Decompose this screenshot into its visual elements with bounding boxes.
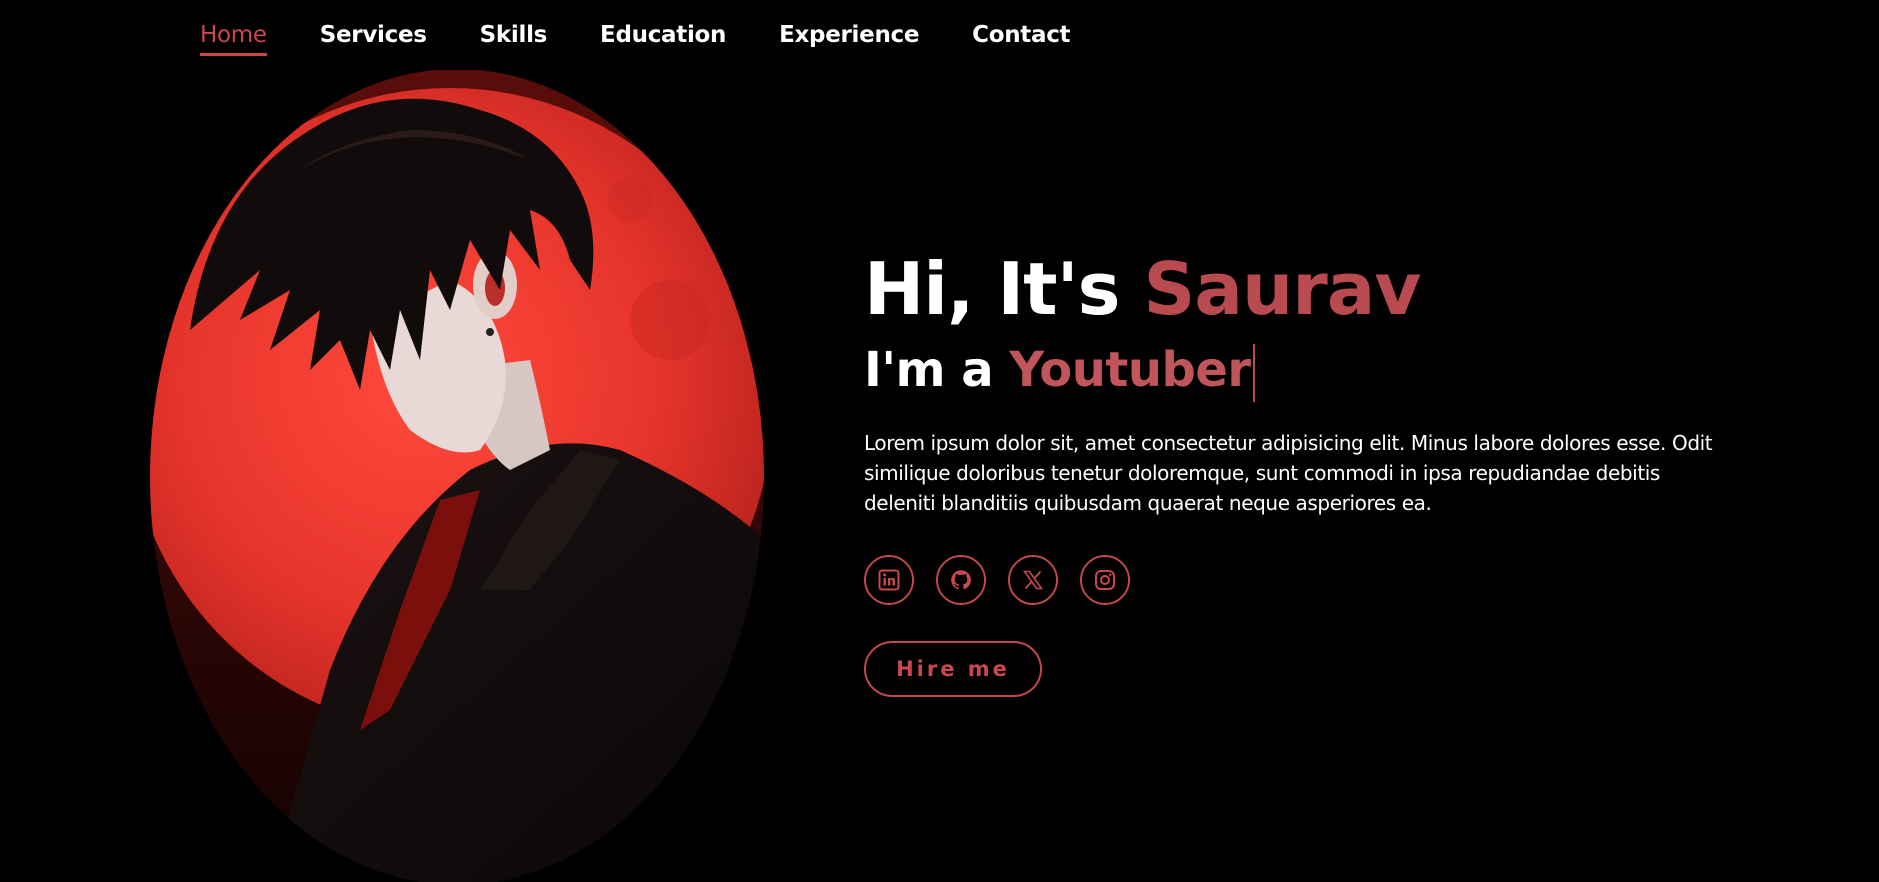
profile-portrait <box>150 70 765 882</box>
name-text: Saurav <box>1143 247 1422 331</box>
instagram-icon <box>1095 570 1115 590</box>
github-icon <box>951 570 971 590</box>
social-links <box>864 555 1764 605</box>
github-link[interactable] <box>936 555 986 605</box>
hire-me-button[interactable]: Hire me <box>864 641 1042 697</box>
page: Home Services Skills Education Experienc… <box>0 0 1879 882</box>
nav-services[interactable]: Services <box>320 22 427 56</box>
hero-description: Lorem ipsum dolor sit, amet consectetur … <box>864 431 1713 515</box>
x-icon <box>1022 570 1044 590</box>
hero-role: I'm a Youtuber <box>864 339 1764 402</box>
nav-education[interactable]: Education <box>600 22 726 56</box>
nav-contact[interactable]: Contact <box>972 22 1070 56</box>
x-link[interactable] <box>1008 555 1058 605</box>
portrait-illustration <box>150 70 764 882</box>
linkedin-link[interactable] <box>864 555 914 605</box>
instagram-link[interactable] <box>1080 555 1130 605</box>
role-prefix: I'm a <box>864 342 1010 398</box>
role-word: Youtuber <box>1009 342 1251 398</box>
main-nav: Home Services Skills Education Experienc… <box>200 22 1071 56</box>
nav-home[interactable]: Home <box>200 22 267 56</box>
typing-caret <box>1252 344 1255 402</box>
linkedin-icon <box>878 569 900 591</box>
greeting-text: Hi, It's <box>864 247 1144 331</box>
hero-title: Hi, It's Saurav <box>864 245 1764 333</box>
nav-experience[interactable]: Experience <box>779 22 919 56</box>
hero-section: Hi, It's Saurav I'm a Youtuber Lorem ips… <box>864 245 1764 697</box>
nav-skills[interactable]: Skills <box>480 22 548 56</box>
